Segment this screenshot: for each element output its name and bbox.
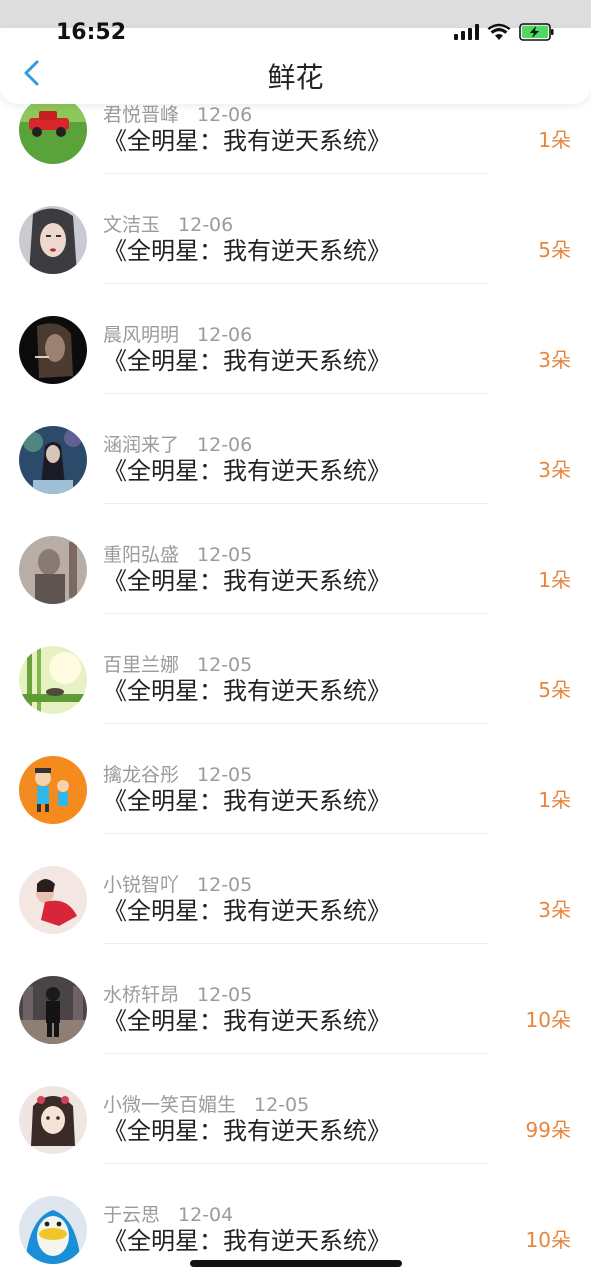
flower-list: 君悦晋峰 12-06 《全明星：我有逆天系统》 1朵 文洁玉 12-06 《全明星：…: [0, 64, 591, 1274]
book-title: 《全明星：我有逆天系统》: [103, 1227, 391, 1255]
flower-count: 3朵: [538, 898, 571, 922]
book-title: 《全明星：我有逆天系统》: [103, 1117, 391, 1145]
flower-count: 3朵: [538, 458, 571, 482]
flower-count: 3朵: [538, 348, 571, 372]
flower-count: 5朵: [538, 238, 571, 262]
cartoon-kids-avatar: [19, 756, 87, 824]
page-title: 鲜花: [267, 61, 324, 94]
book-title: 《全明星：我有逆天系统》: [103, 457, 391, 485]
bamboo-avatar: [19, 646, 87, 714]
book-title: 《全明星：我有逆天系统》: [103, 127, 391, 155]
dark-girl-avatar: [19, 316, 87, 384]
street-man-avatar: [19, 976, 87, 1044]
flower-count: 10朵: [525, 1228, 571, 1252]
list-item[interactable]: 水桥轩昂 12-05 《全明星：我有逆天系统》 10朵: [0, 944, 591, 1054]
book-title: 《全明星：我有逆天系统》: [103, 787, 391, 815]
list-item[interactable]: 重阳弘盛 12-05 《全明星：我有逆天系统》 1朵: [0, 504, 591, 614]
list-item[interactable]: 小微一笑百媚生 12-05 《全明星：我有逆天系统》 99朵: [0, 1054, 591, 1164]
cellular-signal-icon: [454, 24, 479, 40]
list-item[interactable]: 百里兰娜 12-05 《全明星：我有逆天系统》 5朵: [0, 614, 591, 724]
list-item[interactable]: 文洁玉 12-06 《全明星：我有逆天系统》 5朵: [0, 174, 591, 284]
list-item[interactable]: 涵润来了 12-06 《全明星：我有逆天系统》 3朵: [0, 394, 591, 504]
list-item[interactable]: 于云思 12-04 《全明星：我有逆天系统》 10朵: [0, 1164, 591, 1274]
list-item[interactable]: 擒龙谷彤 12-05 《全明星：我有逆天系统》 1朵: [0, 724, 591, 834]
duck-avatar: [19, 1196, 87, 1264]
list-item[interactable]: 小锐智吖 12-05 《全明星：我有逆天系统》 3朵: [0, 834, 591, 944]
sitting-girl-avatar: [19, 426, 87, 494]
battery-charging-icon: [519, 23, 554, 41]
book-title: 《全明星：我有逆天系统》: [103, 567, 391, 595]
status-time: 16:52: [56, 20, 127, 45]
flower-count: 99朵: [525, 1118, 571, 1142]
home-indicator[interactable]: [190, 1260, 402, 1267]
flower-count: 1朵: [538, 788, 571, 812]
list-item[interactable]: 晨风明明 12-06 《全明星：我有逆天系统》 3朵: [0, 284, 591, 394]
anime-girl-avatar: [19, 1086, 87, 1154]
status-bar: 16:52: [0, 0, 591, 48]
flower-count: 1朵: [538, 568, 571, 592]
book-title: 《全明星：我有逆天系统》: [103, 347, 391, 375]
status-icons: [454, 22, 555, 42]
flower-count: 1朵: [538, 128, 571, 152]
flower-count: 10朵: [525, 1008, 571, 1032]
red-dress-avatar: [19, 866, 87, 934]
faded-person-avatar: [19, 536, 87, 604]
book-title: 《全明星：我有逆天系统》: [103, 1007, 391, 1035]
wifi-icon: [487, 23, 511, 40]
sketch-girl-avatar: [19, 206, 87, 274]
book-title: 《全明星：我有逆天系统》: [103, 897, 391, 925]
book-title: 《全明星：我有逆天系统》: [103, 677, 391, 705]
red-car-avatar: [19, 96, 87, 164]
book-title: 《全明星：我有逆天系统》: [103, 237, 391, 265]
flower-count: 5朵: [538, 678, 571, 702]
